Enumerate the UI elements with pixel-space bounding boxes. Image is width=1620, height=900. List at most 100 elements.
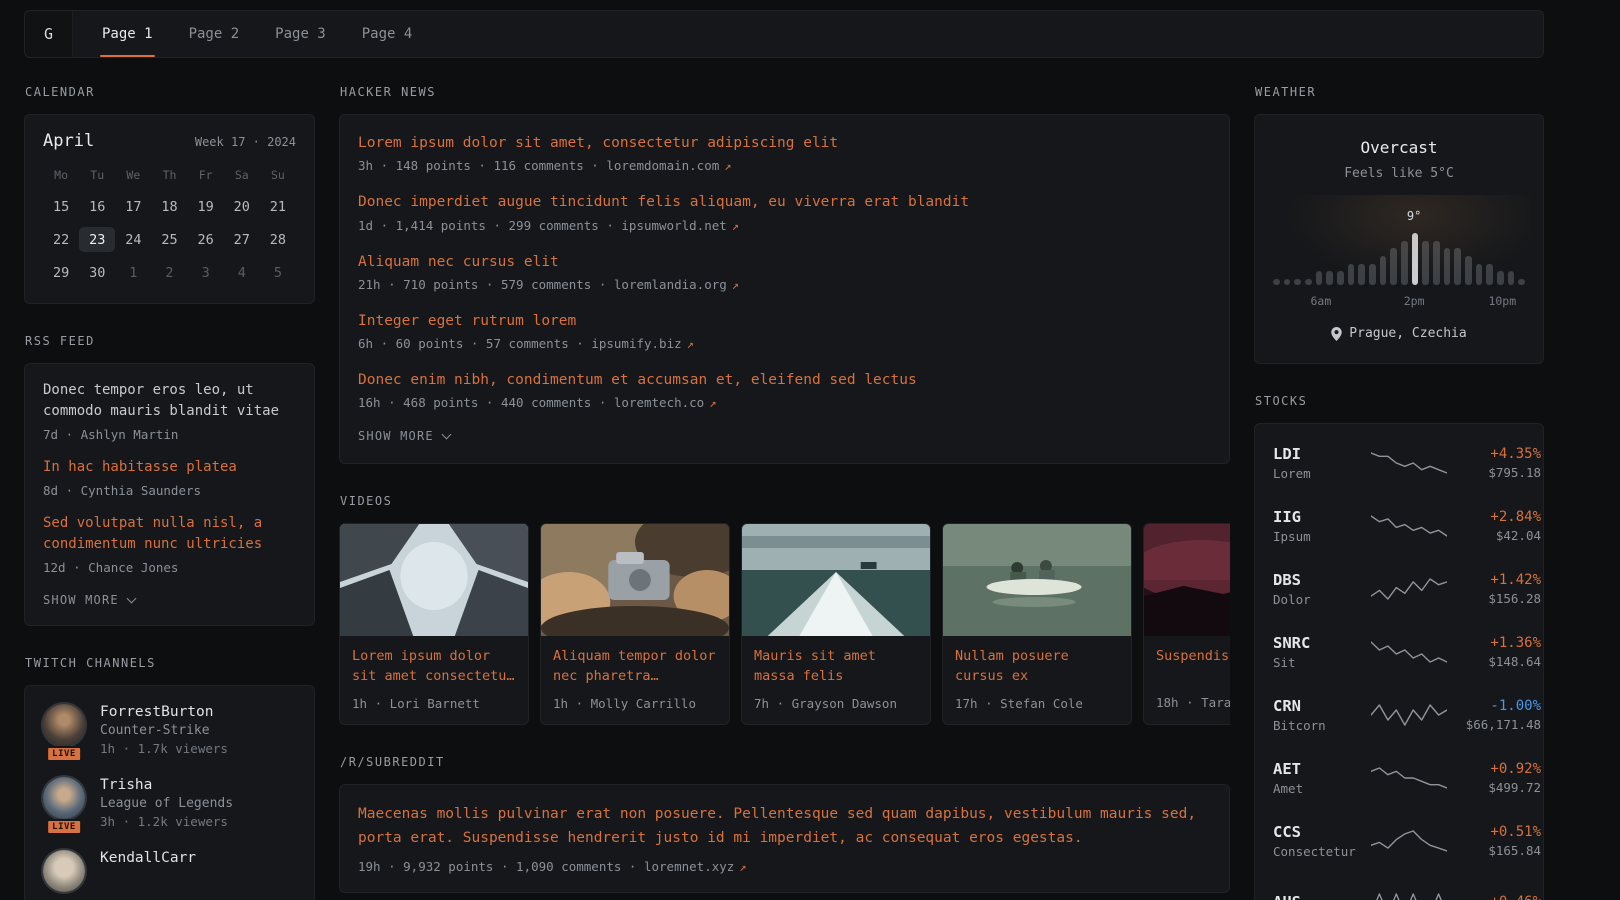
video-card: Mauris sit amet massa felis 7h · Grayson… bbox=[741, 523, 931, 724]
subreddit-domain-link[interactable]: loremnet.xyz↗ bbox=[644, 859, 747, 874]
hn-story-domain-link[interactable]: loremdomain.com↗ bbox=[606, 158, 731, 173]
weekday-label: Sa bbox=[224, 168, 260, 182]
channel-info: KendallCarr bbox=[100, 850, 196, 892]
twitch-channel[interactable]: KendallCarr bbox=[43, 850, 296, 892]
external-link-icon: ↗ bbox=[687, 337, 694, 351]
stock-symbol: DBS bbox=[1273, 571, 1371, 589]
channel-name: KendallCarr bbox=[100, 850, 196, 866]
external-link-icon: ↗ bbox=[724, 159, 731, 173]
stock-sparkline bbox=[1371, 765, 1447, 791]
stock-change: -1.00% bbox=[1447, 698, 1541, 714]
hn-story-link[interactable]: Lorem ipsum dolor sit amet, consectetur … bbox=[358, 133, 1211, 153]
twitch-channel[interactable]: LIVE Trisha League of Legends 3h · 1.2k … bbox=[43, 777, 296, 829]
rss-item-meta: 7d · Ashlyn Martin bbox=[43, 427, 296, 442]
stock-values: +2.84% $42.04 bbox=[1447, 509, 1541, 543]
avatar bbox=[43, 704, 85, 746]
rss-show-more-button[interactable]: SHOW MORE bbox=[43, 593, 296, 607]
rss-item-link[interactable]: In hac habitasse platea bbox=[43, 457, 296, 478]
hn-story: Aliquam nec cursus elit 21h · 710 points… bbox=[358, 252, 1211, 292]
video-thumbnail[interactable] bbox=[541, 524, 729, 636]
section-title-hacker-news: HACKER NEWS bbox=[340, 85, 1229, 99]
hn-story-meta: 6h · 60 points · 57 comments · ipsumify.… bbox=[358, 336, 1211, 351]
hn-story-link[interactable]: Integer eget rutrum lorem bbox=[358, 311, 1211, 331]
stock-price: $148.64 bbox=[1447, 654, 1541, 669]
location-pin-icon bbox=[1331, 327, 1342, 341]
video-title-link[interactable]: Mauris sit amet massa felis bbox=[742, 636, 930, 686]
rss-item-meta: 8d · Cynthia Saunders bbox=[43, 483, 296, 498]
stock-id: AET Amet bbox=[1273, 760, 1371, 796]
stock-change: +4.35% bbox=[1447, 446, 1541, 462]
stock-price: $165.84 bbox=[1447, 843, 1541, 858]
video-thumbnail[interactable] bbox=[1144, 524, 1230, 636]
calendar-day: 18 bbox=[151, 194, 187, 219]
calendar-day-next-month: 1 bbox=[115, 260, 151, 285]
video-title-link[interactable]: Aliquam tempor dolor nec pharetra… bbox=[541, 636, 729, 686]
stock-change: +1.36% bbox=[1447, 635, 1541, 651]
subreddit-post-stats: 19h · 9,932 points · 1,090 comments · bbox=[358, 859, 636, 874]
stock-change: +2.84% bbox=[1447, 509, 1541, 525]
weather-condition: Overcast bbox=[1273, 138, 1525, 157]
channel-info: Trisha League of Legends 3h · 1.2k viewe… bbox=[100, 777, 233, 829]
hn-story-link[interactable]: Donec imperdiet augue tincidunt felis al… bbox=[358, 192, 1211, 212]
video-thumbnail[interactable] bbox=[943, 524, 1131, 636]
rss-item-link[interactable]: Sed volutpat nulla nisl, a condimentum n… bbox=[43, 513, 296, 555]
time-label: 10pm bbox=[1488, 294, 1516, 308]
hn-story-domain-link[interactable]: ipsumify.biz↗ bbox=[591, 336, 694, 351]
hn-story: Donec imperdiet augue tincidunt felis al… bbox=[358, 192, 1211, 232]
video-meta: 17h · Stefan Cole bbox=[943, 687, 1131, 724]
stock-values: +0.51% $165.84 bbox=[1447, 824, 1541, 858]
hacker-news-card: Lorem ipsum dolor sit amet, consectetur … bbox=[339, 114, 1230, 464]
app-logo[interactable]: G bbox=[25, 11, 73, 57]
calendar-weekday-row: Mo Tu We Th Fr Sa Su bbox=[43, 168, 296, 182]
page-tabs: Page 1 Page 2 Page 3 Page 4 bbox=[97, 11, 417, 57]
hn-story-meta: 3h · 148 points · 116 comments · loremdo… bbox=[358, 158, 1211, 173]
video-title-link[interactable]: Nullam posuere cursus ex bbox=[943, 636, 1131, 686]
tab-page-1[interactable]: Page 1 bbox=[97, 11, 158, 57]
stock-symbol: SNRC bbox=[1273, 634, 1371, 652]
video-card: Nullam posuere cursus ex 17h · Stefan Co… bbox=[942, 523, 1132, 724]
channel-name: ForrestBurton bbox=[100, 704, 228, 720]
hn-story-domain-link[interactable]: loremlandia.org↗ bbox=[614, 277, 739, 292]
weekday-label: We bbox=[115, 168, 151, 182]
avatar-wrap bbox=[43, 850, 85, 892]
rss-item-link[interactable]: Donec tempor eros leo, ut commodo mauris… bbox=[43, 380, 296, 422]
chevron-down-icon bbox=[441, 430, 451, 440]
video-meta: 7h · Grayson Dawson bbox=[742, 687, 930, 724]
chevron-down-icon bbox=[126, 593, 136, 603]
twitch-card: LIVE ForrestBurton Counter-Strike 1h · 1… bbox=[24, 685, 315, 900]
video-thumbnail[interactable] bbox=[340, 524, 528, 636]
dashboard-columns: CALENDAR April Week 17 · 2024 Mo Tu We T… bbox=[24, 85, 1544, 900]
twitch-channel[interactable]: LIVE ForrestBurton Counter-Strike 1h · 1… bbox=[43, 704, 296, 756]
tab-page-2[interactable]: Page 2 bbox=[184, 11, 245, 57]
weather-widget: WEATHER Overcast Feels like 5°C 9° 6am 2… bbox=[1254, 85, 1544, 364]
calendar-day: 26 bbox=[188, 227, 224, 252]
video-title-link[interactable]: Suspendisse diam bbox=[1144, 636, 1230, 686]
video-card: Aliquam tempor dolor nec pharetra… 1h · … bbox=[540, 523, 730, 724]
channel-game: League of Legends bbox=[100, 796, 233, 811]
calendar-day: 19 bbox=[188, 194, 224, 219]
video-thumbnail[interactable] bbox=[742, 524, 930, 636]
video-title-link[interactable]: Lorem ipsum dolor sit amet consectetu… bbox=[340, 636, 528, 686]
subreddit-post-link[interactable]: Maecenas mollis pulvinar erat non posuer… bbox=[358, 803, 1211, 851]
section-title-rss: RSS FEED bbox=[25, 334, 314, 348]
tab-page-3[interactable]: Page 3 bbox=[270, 11, 331, 57]
hn-story-domain-link[interactable]: loremtech.co↗ bbox=[614, 395, 717, 410]
channel-meta: 3h · 1.2k viewers bbox=[100, 814, 233, 829]
stock-row: IIG Ipsum +2.84% $42.04 bbox=[1273, 494, 1525, 557]
hn-story-link[interactable]: Aliquam nec cursus elit bbox=[358, 252, 1211, 272]
hn-story-link[interactable]: Donec enim nibh, condimentum et accumsan… bbox=[358, 370, 1211, 390]
stock-price: $66,171.48 bbox=[1447, 717, 1541, 732]
hn-story-domain-link[interactable]: ipsumworld.net↗ bbox=[621, 218, 739, 233]
section-title-calendar: CALENDAR bbox=[25, 85, 314, 99]
videos-row: Lorem ipsum dolor sit amet consectetu… 1… bbox=[339, 523, 1230, 724]
rss-item: Donec tempor eros leo, ut commodo mauris… bbox=[43, 380, 296, 442]
stock-price: $42.04 bbox=[1447, 528, 1541, 543]
stock-change: +0.46% bbox=[1447, 894, 1541, 900]
hn-show-more-button[interactable]: SHOW MORE bbox=[358, 429, 1211, 443]
calendar-day: 30 bbox=[79, 260, 115, 285]
calendar-day: 16 bbox=[79, 194, 115, 219]
tab-page-4[interactable]: Page 4 bbox=[357, 11, 418, 57]
weekday-label: Tu bbox=[79, 168, 115, 182]
stock-name: Lorem bbox=[1273, 466, 1371, 481]
rss-item-meta: 12d · Chance Jones bbox=[43, 560, 296, 575]
